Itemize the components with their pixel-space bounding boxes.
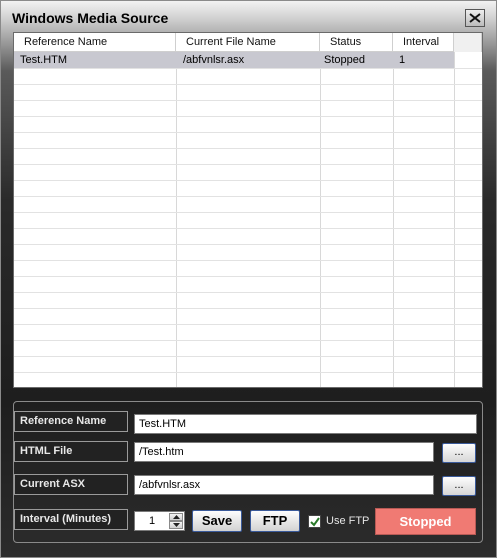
grid-col-divider bbox=[454, 52, 455, 387]
grid-row-line bbox=[14, 244, 482, 245]
interval-value[interactable]: 1 bbox=[135, 512, 169, 530]
grid-col-divider bbox=[176, 52, 177, 387]
reference-name-input[interactable]: Test.HTM bbox=[134, 414, 477, 434]
table-row[interactable]: Test.HTM /abfvnlsr.asx Stopped 1 bbox=[14, 52, 454, 68]
interval-stepper[interactable]: 1 bbox=[134, 511, 185, 531]
ftp-button[interactable]: FTP bbox=[250, 510, 300, 532]
use-ftp-checkbox[interactable] bbox=[308, 515, 321, 528]
grid-row-line bbox=[14, 292, 482, 293]
grid-row-line bbox=[14, 228, 482, 229]
column-header-interval[interactable]: Interval bbox=[393, 33, 454, 52]
window-title: Windows Media Source bbox=[12, 10, 169, 26]
grid-row-line bbox=[14, 196, 482, 197]
grid-row-line bbox=[14, 356, 482, 357]
media-source-window: Windows Media Source Reference Name Curr… bbox=[0, 0, 497, 558]
column-header-status[interactable]: Status bbox=[320, 33, 393, 52]
grid-row-line bbox=[14, 84, 482, 85]
grid-row-line bbox=[14, 340, 482, 341]
close-icon bbox=[469, 13, 481, 23]
column-header-current-file-name[interactable]: Current File Name bbox=[176, 33, 320, 52]
cell-current-file-name: /abfvnlsr.asx bbox=[183, 54, 245, 66]
grid-row-line bbox=[14, 132, 482, 133]
grid-header: Reference Name Current File Name Status … bbox=[14, 33, 482, 52]
interval-decrement-button[interactable] bbox=[169, 521, 183, 529]
title-bar[interactable]: Windows Media Source bbox=[1, 1, 496, 31]
grid-row-line bbox=[14, 116, 482, 117]
grid-col-divider bbox=[393, 52, 394, 387]
use-ftp-label[interactable]: Use FTP bbox=[326, 513, 369, 529]
current-asx-label: Current ASX bbox=[14, 474, 128, 495]
grid-row-line bbox=[14, 308, 482, 309]
grid-row-line bbox=[14, 260, 482, 261]
save-button[interactable]: Save bbox=[192, 510, 242, 532]
interval-label: Interval (Minutes) bbox=[14, 509, 128, 530]
html-file-label: HTML File bbox=[14, 441, 128, 462]
column-header-blank bbox=[454, 33, 482, 52]
grid-row-line bbox=[14, 212, 482, 213]
interval-increment-button[interactable] bbox=[169, 513, 183, 521]
grid-row-line bbox=[14, 68, 482, 69]
grid-row-line bbox=[14, 276, 482, 277]
grid-row-line bbox=[14, 372, 482, 373]
html-file-browse-button[interactable]: ... bbox=[442, 443, 476, 463]
cell-status: Stopped bbox=[324, 54, 365, 66]
grid-row-line bbox=[14, 324, 482, 325]
current-asx-browse-button[interactable]: ... bbox=[442, 476, 476, 496]
status-button[interactable]: Stopped bbox=[375, 508, 476, 535]
grid-col-divider bbox=[320, 52, 321, 387]
grid-row-line bbox=[14, 164, 482, 165]
grid-row-line bbox=[14, 148, 482, 149]
reference-name-label: Reference Name bbox=[14, 411, 128, 432]
current-asx-input[interactable]: /abfvnlsr.asx bbox=[134, 475, 434, 495]
cell-interval: 1 bbox=[399, 54, 406, 66]
grid-row-line bbox=[14, 180, 482, 181]
cell-reference-name: Test.HTM bbox=[20, 54, 68, 66]
grid-row-line bbox=[14, 100, 482, 101]
close-button[interactable] bbox=[465, 9, 485, 27]
column-header-reference-name[interactable]: Reference Name bbox=[14, 33, 176, 52]
html-file-input[interactable]: /Test.htm bbox=[134, 442, 434, 462]
sources-grid[interactable]: Reference Name Current File Name Status … bbox=[13, 32, 483, 388]
